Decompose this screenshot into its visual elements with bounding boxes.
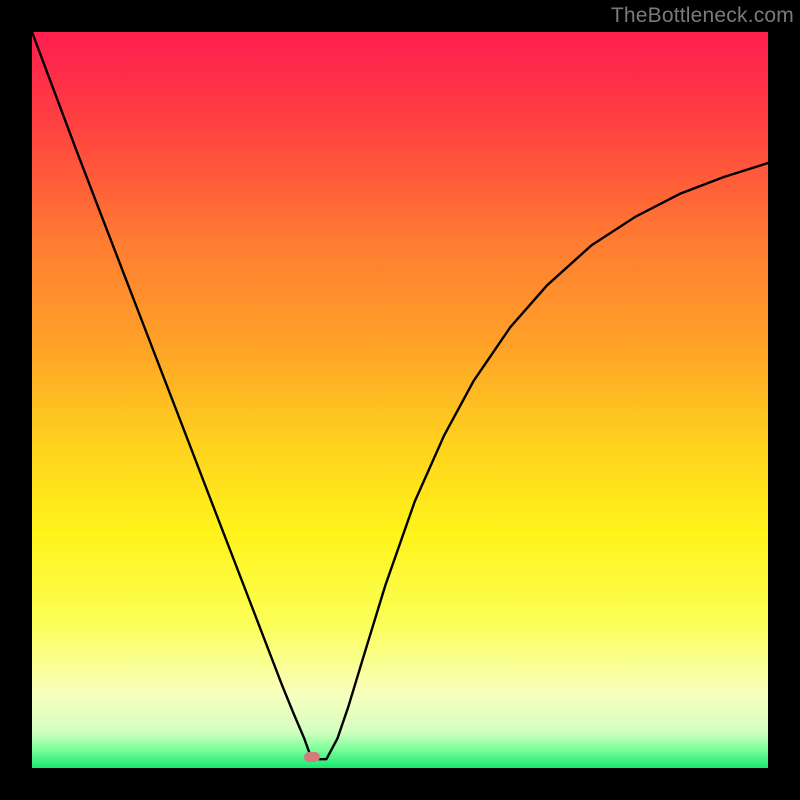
plot-area [32,32,768,768]
optimum-marker [304,752,320,762]
chart-frame: TheBottleneck.com [0,0,800,800]
bottleneck-curve [32,32,768,768]
watermark-text: TheBottleneck.com [611,4,794,28]
